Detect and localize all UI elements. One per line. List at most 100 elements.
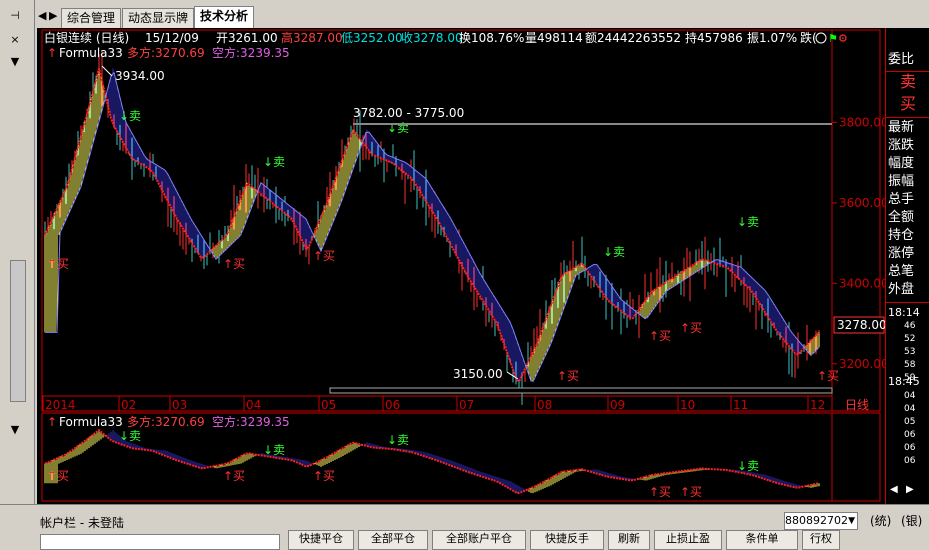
trough-low-label: 3150.00 — [453, 367, 503, 381]
chart-scrollbar[interactable] — [329, 387, 833, 394]
sell-signal: ↓卖 — [603, 245, 625, 259]
y-tick-label: 3400.00 — [839, 276, 886, 290]
long-value: 多方:3270.69 — [127, 45, 205, 60]
divider — [0, 504, 929, 505]
y-tick-label: 3800.00 — [839, 115, 886, 129]
tick-minute: 06 — [904, 430, 916, 440]
peak-high-label: 3934.00 — [115, 69, 165, 83]
main-plot: ↑买 ↑买↑买↑买↑买↑买↑买↓卖↓卖↓卖↓卖↓卖 — [44, 51, 839, 405]
sub-buy-signal: ↑买 — [313, 469, 335, 483]
bottom-action-button[interactable]: 行权 — [802, 530, 840, 550]
pin-icon[interactable]: ⊣ — [0, 6, 30, 26]
x-tick-label: 07 — [459, 398, 474, 412]
tick-minute: 53 — [904, 347, 916, 357]
kline-chart[interactable]: ↑买 ↑买 ↑买 ↑买 ↑买 ↑买 ↑买 ↓卖 ↓卖 ↓卖 ↓卖 ↓卖 ↑买 ↑买 ↑买 ↑买 ↑买 ↓卖 ↓卖 ↓… — [37, 28, 886, 504]
formula-arrow-icon: ↑ — [47, 46, 57, 60]
config-icon[interactable]: ⚙ — [838, 32, 848, 45]
x-tick-label: 2014 — [45, 398, 76, 412]
account-bar-label: 帐户栏 - 未登陆 — [40, 516, 124, 530]
tab-technical-analysis[interactable]: 技术分析 — [194, 6, 255, 28]
tab-management[interactable]: 综合管理 — [61, 8, 122, 28]
quote-field-label: 总笔 — [888, 264, 915, 279]
quote-field-label: 外盘 — [888, 282, 915, 297]
sub-plot: ↑买 ↑买 ↑买 ↑买 ↑买 ↓卖 ↓卖 ↓卖 ↓卖 — [44, 428, 820, 499]
sub-sell-signal: ↓卖 — [119, 429, 141, 443]
header-close: 收3278.00 — [401, 31, 463, 45]
chevron-down-icon[interactable]: ▼ — [0, 52, 30, 72]
tab-scroll-right-icon[interactable]: ▶ — [49, 9, 57, 22]
sub-sell-signal: ↓卖 — [263, 443, 285, 457]
bottom-action-button[interactable]: 止损止盈 — [654, 530, 722, 550]
sell-label: 卖 — [899, 72, 916, 91]
unlock-button[interactable]: (统) — [870, 512, 891, 529]
tick-time-2: 18:45 — [888, 375, 920, 388]
flag-icon[interactable]: ⚑ — [828, 32, 838, 45]
buy-signal: ↑买 — [223, 257, 245, 271]
x-tick-label: 10 — [680, 398, 695, 412]
panel-scroll-left-icon[interactable]: ◀ — [890, 484, 898, 495]
sell-signal: ↓卖 — [263, 155, 285, 169]
header-fall: 跌( — [800, 30, 817, 45]
y-tick-label: 3200.00 — [839, 357, 886, 371]
sell-signal: ↓卖 — [737, 215, 759, 229]
tick-minute: 04 — [904, 404, 916, 414]
divider — [886, 117, 929, 118]
buy-signal: ↑买 — [680, 321, 702, 335]
quote-field-label: 振幅 — [888, 174, 915, 189]
x-tick-label: 11 — [733, 398, 748, 412]
sub-buy-signal: ↑买 — [649, 485, 671, 499]
settings-gear-icon[interactable] — [815, 32, 827, 44]
bottom-action-button[interactable]: 全部平仓 — [358, 530, 428, 550]
header-open: 开3261.00 — [216, 31, 278, 45]
sub-sell-signal: ↓卖 — [387, 433, 409, 447]
bottom-action-button[interactable]: 快捷反手 — [530, 530, 604, 550]
sub-long-line — [44, 428, 820, 495]
quote-panel: 委比 卖 买 最新 涨跌 幅度 振幅 总手 全额 持仓 涨停 总笔 外盘 18:14 46 52 53… — [885, 28, 929, 504]
header-low: 低3252.00 — [341, 31, 403, 45]
tab-scroll-left-icon[interactable]: ◀ — [38, 9, 46, 22]
quote-field-label: 全额 — [888, 210, 915, 225]
panel-scroll-right-icon[interactable]: ▶ — [906, 484, 914, 495]
formula-name: Formula33 — [59, 46, 123, 60]
tick-minute: 46 — [904, 321, 916, 331]
account-select-value: 880892702 — [785, 514, 848, 527]
chart-canvas[interactable]: ↑买 ↑买 ↑买 ↑买 ↑买 ↑买 ↑买 ↓卖 ↓卖 ↓卖 ↓卖 ↓卖 ↑买 ↑买 ↑买 ↑买 ↑买 ↓卖 ↓卖 ↓… — [37, 28, 886, 504]
x-tick-label: 03 — [172, 398, 187, 412]
account-input[interactable] — [40, 534, 280, 550]
vertical-scrollbar[interactable] — [10, 260, 26, 402]
account-select[interactable]: 880892702 ▼ — [784, 512, 858, 530]
quote-field-label: 最新 — [888, 120, 915, 135]
left-toolbar: ⊣ × ▼ ▼ — [0, 0, 35, 512]
bottom-action-button[interactable]: 刷新 — [608, 530, 650, 550]
tick-minute: 04 — [904, 391, 916, 401]
scroll-arrow-icon[interactable]: ▼ — [0, 420, 30, 440]
bottom-action-button[interactable]: 快捷平仓 — [288, 530, 354, 550]
bank-button[interactable]: (银) — [901, 512, 922, 529]
y-tick-label: 3600.00 — [839, 196, 886, 210]
sell-signal: ↓卖 — [119, 109, 141, 123]
divider — [886, 302, 929, 303]
short-value: 空方:3239.35 — [212, 45, 290, 60]
tab-dynamic-board[interactable]: 动态显示牌 — [122, 8, 195, 28]
bottom-action-button[interactable]: 全部账户平仓 — [432, 530, 526, 550]
header-volume: 量498114 — [525, 31, 583, 45]
sub-sell-signal: ↓卖 — [737, 459, 759, 473]
quote-field-label: 持仓 — [888, 228, 915, 243]
x-tick-label: 02 — [121, 398, 136, 412]
x-tick-label: 04 — [246, 398, 261, 412]
buy-label: 买 — [899, 94, 916, 113]
sub-long-value: 多方:3270.69 — [127, 414, 205, 429]
tick-minute: 06 — [904, 443, 916, 453]
x-tick-label: 08 — [537, 398, 552, 412]
close-icon[interactable]: × — [0, 30, 30, 50]
buy-signal: ↑买 — [649, 329, 671, 343]
chevron-down-icon: ▼ — [848, 516, 855, 526]
tab-bar: ◀ ▶ 综合管理 动态显示牌 技术分析 — [34, 6, 929, 28]
x-tick-label: 05 — [321, 398, 336, 412]
header-position: 持457986 — [685, 30, 743, 45]
peak-pointer — [101, 65, 113, 77]
x-tick-label: 09 — [610, 398, 625, 412]
bottom-action-button[interactable]: 条件单 — [726, 530, 798, 550]
tick-minute: 06 — [904, 456, 916, 466]
order-ratio-label: 委比 — [888, 52, 915, 67]
